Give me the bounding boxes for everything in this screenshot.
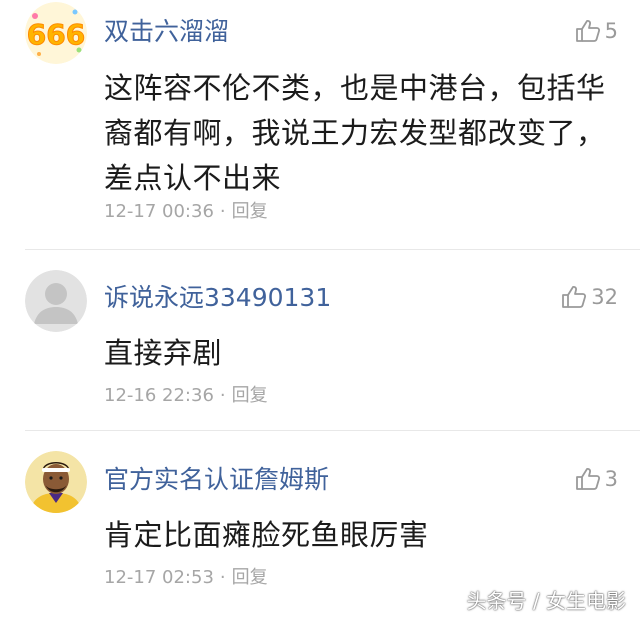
comment-item: 诉说永远33490131 32 直接弃剧 12-16 22:36 · 回复 [0,250,640,431]
comment-meta: 12-17 02:53 · 回复 [104,566,268,590]
thumbs-up-icon [562,286,587,308]
comment-text-line: 差点认不出来 [104,161,282,195]
like-button[interactable]: 5 [575,16,618,46]
watermark: 头条号 / 女生电影 [466,589,626,613]
comment-item: 666 双击六溜溜 5 这阵容不伦不类，也是中港台，包括华 裔都有啊，我说王力宏… [0,0,640,250]
666-sticker-avatar-icon[interactable]: 666 [25,2,87,64]
meta-separator: · [219,201,226,222]
like-count: 32 [591,285,618,309]
comment-text-line: 肯定比面瘫脸死鱼眼厉害 [104,518,429,552]
reply-button[interactable]: 回复 [232,567,268,588]
like-button[interactable]: 3 [575,464,618,494]
comment-time: 12-16 22:36 [104,385,214,406]
svg-text:666: 666 [27,18,85,51]
like-count: 3 [604,467,618,491]
reply-button[interactable]: 回复 [232,385,268,406]
comment-text: 肯定比面瘫脸死鱼眼厉害 [104,513,624,558]
comment-text-line: 裔都有啊，我说王力宏发型都改变了， [104,116,606,150]
comment-text: 这阵容不伦不类，也是中港台，包括华 裔都有啊，我说王力宏发型都改变了， 差点认不… [104,66,624,201]
comment-meta: 12-17 00:36 · 回复 [104,200,268,224]
comment-time: 12-17 02:53 [104,567,214,588]
default-gray-avatar-icon[interactable] [25,270,87,332]
reply-button[interactable]: 回复 [232,201,268,222]
comment-username[interactable]: 诉说永远33490131 [104,283,331,313]
comment-username[interactable]: 官方实名认证詹姆斯 [104,465,329,495]
like-button[interactable]: 32 [561,282,618,312]
thumbs-up-icon [575,468,600,490]
meta-separator: · [219,567,226,588]
meta-separator: · [219,385,226,406]
player-cartoon-avatar-icon[interactable] [25,451,87,513]
comment-text: 直接弃剧 [104,331,624,376]
comment-meta: 12-16 22:36 · 回复 [104,384,268,408]
comment-text-line: 直接弃剧 [104,336,223,370]
comment-time: 12-17 00:36 [104,201,214,222]
comment-text-line: 这阵容不伦不类，也是中港台，包括华 [104,71,606,105]
like-count: 5 [604,19,618,43]
thumbs-up-icon [575,20,600,42]
comment-username[interactable]: 双击六溜溜 [104,17,229,47]
